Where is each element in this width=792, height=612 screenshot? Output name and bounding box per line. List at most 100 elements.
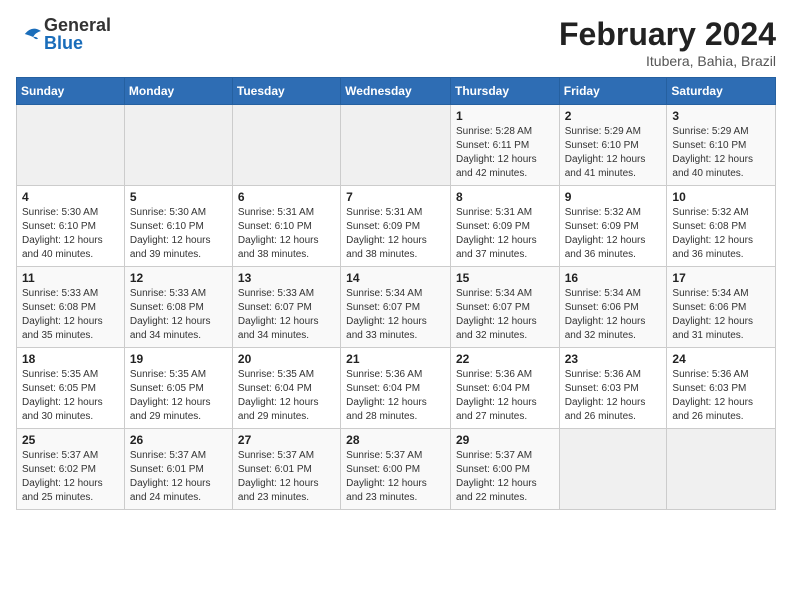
day-info: Sunrise: 5:37 AMSunset: 6:00 PMDaylight:… [346, 449, 445, 505]
calendar-body: 1 Sunrise: 5:28 AMSunset: 6:11 PMDaylight… [17, 105, 776, 510]
calendar-table: SundayMondayTuesdayWednesdayThursdayFrid… [16, 77, 776, 510]
day-cell: 12 Sunrise: 5:33 AMSunset: 6:08 PMDayligh… [124, 267, 232, 348]
calendar-header: SundayMondayTuesdayWednesdayThursdayFrid… [17, 78, 776, 105]
day-info: Sunrise: 5:31 AMSunset: 6:09 PMDaylight:… [456, 206, 554, 262]
day-info: Sunrise: 5:35 AMSunset: 6:04 PMDaylight:… [238, 368, 335, 424]
day-cell: 5 Sunrise: 5:30 AMSunset: 6:10 PMDaylight… [124, 186, 232, 267]
day-number: 12 [130, 271, 227, 285]
day-info: Sunrise: 5:36 AMSunset: 6:04 PMDaylight:… [456, 368, 554, 424]
day-cell: 9 Sunrise: 5:32 AMSunset: 6:09 PMDaylight… [559, 186, 667, 267]
day-cell [17, 105, 125, 186]
day-info: Sunrise: 5:34 AMSunset: 6:06 PMDaylight:… [565, 287, 662, 343]
week-row-4: 18 Sunrise: 5:35 AMSunset: 6:05 PMDayligh… [17, 348, 776, 429]
logo-blue: Blue [44, 34, 111, 52]
day-info: Sunrise: 5:29 AMSunset: 6:10 PMDaylight:… [672, 125, 770, 181]
logo-general: General [44, 16, 111, 34]
day-number: 14 [346, 271, 445, 285]
day-info: Sunrise: 5:31 AMSunset: 6:09 PMDaylight:… [346, 206, 445, 262]
day-cell: 22 Sunrise: 5:36 AMSunset: 6:04 PMDayligh… [450, 348, 559, 429]
day-header-monday: Monday [124, 78, 232, 105]
day-number: 4 [22, 190, 119, 204]
month-year: February 2024 [559, 16, 776, 53]
day-info: Sunrise: 5:34 AMSunset: 6:07 PMDaylight:… [346, 287, 445, 343]
day-info: Sunrise: 5:37 AMSunset: 6:00 PMDaylight:… [456, 449, 554, 505]
week-row-3: 11 Sunrise: 5:33 AMSunset: 6:08 PMDayligh… [17, 267, 776, 348]
day-number: 6 [238, 190, 335, 204]
day-cell: 28 Sunrise: 5:37 AMSunset: 6:00 PMDayligh… [341, 429, 451, 510]
day-number: 22 [456, 352, 554, 366]
day-info: Sunrise: 5:37 AMSunset: 6:01 PMDaylight:… [238, 449, 335, 505]
day-info: Sunrise: 5:32 AMSunset: 6:09 PMDaylight:… [565, 206, 662, 262]
day-cell: 2 Sunrise: 5:29 AMSunset: 6:10 PMDaylight… [559, 105, 667, 186]
title-block: February 2024 Itubera, Bahia, Brazil [559, 16, 776, 69]
logo-text: General Blue [44, 16, 111, 52]
day-number: 27 [238, 433, 335, 447]
day-number: 11 [22, 271, 119, 285]
logo: General Blue [16, 16, 111, 52]
day-number: 2 [565, 109, 662, 123]
day-number: 29 [456, 433, 554, 447]
day-info: Sunrise: 5:34 AMSunset: 6:06 PMDaylight:… [672, 287, 770, 343]
day-cell: 27 Sunrise: 5:37 AMSunset: 6:01 PMDayligh… [232, 429, 340, 510]
day-cell: 18 Sunrise: 5:35 AMSunset: 6:05 PMDayligh… [17, 348, 125, 429]
bird-icon [20, 22, 44, 46]
day-info: Sunrise: 5:33 AMSunset: 6:08 PMDaylight:… [130, 287, 227, 343]
day-info: Sunrise: 5:28 AMSunset: 6:11 PMDaylight:… [456, 125, 554, 181]
day-number: 26 [130, 433, 227, 447]
day-number: 3 [672, 109, 770, 123]
day-number: 24 [672, 352, 770, 366]
day-cell: 10Sunrise: 5:32 AMSunset: 6:08 PMDayligh… [667, 186, 776, 267]
day-number: 18 [22, 352, 119, 366]
day-number: 16 [565, 271, 662, 285]
day-header-sunday: Sunday [17, 78, 125, 105]
day-number: 20 [238, 352, 335, 366]
day-header-thursday: Thursday [450, 78, 559, 105]
day-info: Sunrise: 5:30 AMSunset: 6:10 PMDaylight:… [130, 206, 227, 262]
day-number: 9 [565, 190, 662, 204]
day-cell: 1 Sunrise: 5:28 AMSunset: 6:11 PMDaylight… [450, 105, 559, 186]
day-info: Sunrise: 5:36 AMSunset: 6:04 PMDaylight:… [346, 368, 445, 424]
day-header-saturday: Saturday [667, 78, 776, 105]
day-cell: 20 Sunrise: 5:35 AMSunset: 6:04 PMDayligh… [232, 348, 340, 429]
day-cell: 29 Sunrise: 5:37 AMSunset: 6:00 PMDayligh… [450, 429, 559, 510]
day-cell [667, 429, 776, 510]
days-of-week-row: SundayMondayTuesdayWednesdayThursdayFrid… [17, 78, 776, 105]
day-info: Sunrise: 5:29 AMSunset: 6:10 PMDaylight:… [565, 125, 662, 181]
day-number: 5 [130, 190, 227, 204]
day-info: Sunrise: 5:36 AMSunset: 6:03 PMDaylight:… [672, 368, 770, 424]
day-info: Sunrise: 5:34 AMSunset: 6:07 PMDaylight:… [456, 287, 554, 343]
day-cell [559, 429, 667, 510]
day-cell: 13 Sunrise: 5:33 AMSunset: 6:07 PMDayligh… [232, 267, 340, 348]
day-number: 17 [672, 271, 770, 285]
day-number: 25 [22, 433, 119, 447]
day-header-tuesday: Tuesday [232, 78, 340, 105]
location: Itubera, Bahia, Brazil [559, 53, 776, 69]
day-number: 19 [130, 352, 227, 366]
day-info: Sunrise: 5:35 AMSunset: 6:05 PMDaylight:… [22, 368, 119, 424]
day-header-wednesday: Wednesday [341, 78, 451, 105]
day-cell: 24 Sunrise: 5:36 AMSunset: 6:03 PMDayligh… [667, 348, 776, 429]
day-number: 7 [346, 190, 445, 204]
day-info: Sunrise: 5:35 AMSunset: 6:05 PMDaylight:… [130, 368, 227, 424]
day-number: 28 [346, 433, 445, 447]
week-row-2: 4 Sunrise: 5:30 AMSunset: 6:10 PMDaylight… [17, 186, 776, 267]
day-cell: 4 Sunrise: 5:30 AMSunset: 6:10 PMDaylight… [17, 186, 125, 267]
day-info: Sunrise: 5:33 AMSunset: 6:08 PMDaylight:… [22, 287, 119, 343]
day-cell: 26 Sunrise: 5:37 AMSunset: 6:01 PMDayligh… [124, 429, 232, 510]
day-info: Sunrise: 5:30 AMSunset: 6:10 PMDaylight:… [22, 206, 119, 262]
day-cell: 7 Sunrise: 5:31 AMSunset: 6:09 PMDaylight… [341, 186, 451, 267]
page-header: General Blue February 2024 Itubera, Bahi… [16, 16, 776, 69]
day-info: Sunrise: 5:33 AMSunset: 6:07 PMDaylight:… [238, 287, 335, 343]
day-cell: 25Sunrise: 5:37 AMSunset: 6:02 PMDayligh… [17, 429, 125, 510]
day-number: 1 [456, 109, 554, 123]
day-cell [232, 105, 340, 186]
day-cell: 17 Sunrise: 5:34 AMSunset: 6:06 PMDayligh… [667, 267, 776, 348]
day-cell: 11 Sunrise: 5:33 AMSunset: 6:08 PMDayligh… [17, 267, 125, 348]
day-number: 15 [456, 271, 554, 285]
day-cell: 23Sunrise: 5:36 AMSunset: 6:03 PMDayligh… [559, 348, 667, 429]
day-number: 13 [238, 271, 335, 285]
day-cell: 16 Sunrise: 5:34 AMSunset: 6:06 PMDayligh… [559, 267, 667, 348]
day-info: Sunrise: 5:37 AMSunset: 6:01 PMDaylight:… [130, 449, 227, 505]
day-info: Sunrise: 5:31 AMSunset: 6:10 PMDaylight:… [238, 206, 335, 262]
week-row-1: 1 Sunrise: 5:28 AMSunset: 6:11 PMDaylight… [17, 105, 776, 186]
